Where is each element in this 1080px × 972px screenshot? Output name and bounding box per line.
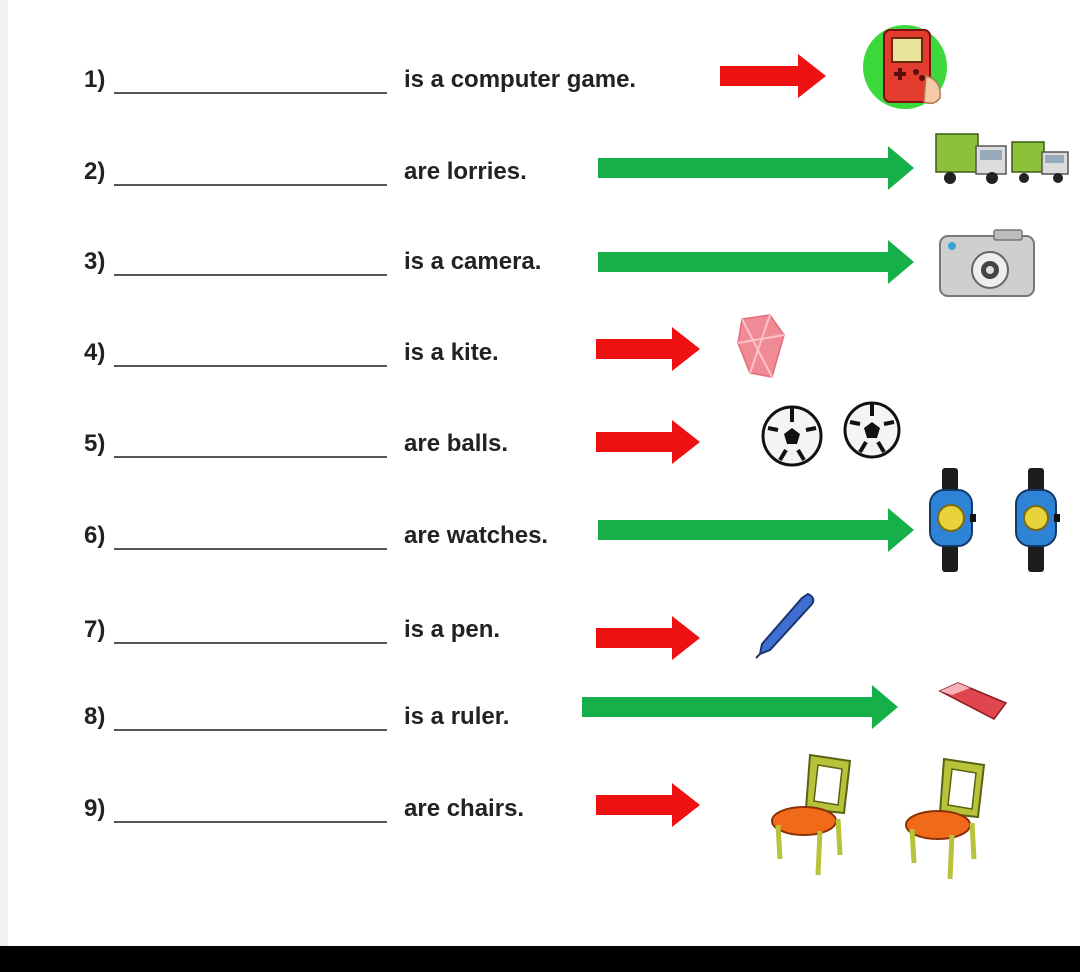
red-arrow-icon <box>596 783 700 827</box>
answer-blank-1[interactable] <box>114 92 387 94</box>
answer-blank-6[interactable] <box>114 548 387 550</box>
red-arrow-icon <box>596 420 700 464</box>
item-number: 9) <box>84 795 106 822</box>
item-number: 4) <box>84 339 106 366</box>
answer-blank-4[interactable] <box>114 365 387 367</box>
worksheet-item-7: 7) is a pen. <box>8 592 1080 706</box>
pen-icon <box>755 592 815 659</box>
item-number: 2) <box>84 158 106 185</box>
handheld-game-icon <box>863 25 947 109</box>
green-arrow-icon <box>582 685 898 729</box>
answer-blank-7[interactable] <box>114 642 387 644</box>
green-arrow-icon <box>598 240 914 284</box>
item-phrase: is a camera. <box>404 248 542 275</box>
worksheet-item-6: 6) are watches. <box>8 468 1080 612</box>
worksheet-item-5: 5) are balls. <box>8 401 1080 520</box>
soccer-balls-icon <box>761 401 901 467</box>
worksheet-item-1: 1) is a computer game. <box>8 25 1080 156</box>
item-phrase: are chairs. <box>404 795 525 822</box>
watches-icon <box>929 468 1060 572</box>
chairs-icon <box>771 753 986 880</box>
lorries-icon <box>935 133 1069 184</box>
answer-blank-2[interactable] <box>114 184 387 186</box>
item-number: 6) <box>84 522 106 549</box>
item-phrase: are balls. <box>404 430 509 457</box>
item-number: 8) <box>84 703 106 730</box>
worksheet: 1) is a computer game. 2) are lorries. 3… <box>0 0 1080 946</box>
item-phrase: are watches. <box>404 522 549 549</box>
green-arrow-icon <box>598 508 914 552</box>
answer-blank-9[interactable] <box>114 821 387 823</box>
red-arrow-icon <box>596 616 700 660</box>
item-number: 1) <box>84 66 106 93</box>
item-phrase: are lorries. <box>404 158 527 185</box>
worksheet-item-9: 9) are chairs. <box>8 753 1080 885</box>
red-arrow-icon <box>720 54 826 98</box>
worksheet-item-2: 2) are lorries. <box>8 133 1080 248</box>
item-phrase: is a pen. <box>404 616 501 643</box>
kite-icon <box>737 314 785 378</box>
camera-icon <box>939 229 1035 297</box>
red-arrow-icon <box>596 327 700 371</box>
item-phrase: is a kite. <box>404 339 499 366</box>
worksheet-item-4: 4) is a kite. <box>8 314 1080 429</box>
item-phrase: is a ruler. <box>404 703 510 730</box>
item-number: 3) <box>84 248 106 275</box>
answer-blank-5[interactable] <box>114 456 387 458</box>
answer-blank-8[interactable] <box>114 729 387 731</box>
item-number: 7) <box>84 616 106 643</box>
item-number: 5) <box>84 430 106 457</box>
bottom-bar <box>0 946 1080 972</box>
ruler-icon <box>938 682 1008 720</box>
worksheet-item-3: 3) is a camera. <box>8 229 1080 338</box>
green-arrow-icon <box>598 146 914 190</box>
answer-blank-3[interactable] <box>114 274 387 276</box>
item-phrase: is a computer game. <box>404 66 637 93</box>
